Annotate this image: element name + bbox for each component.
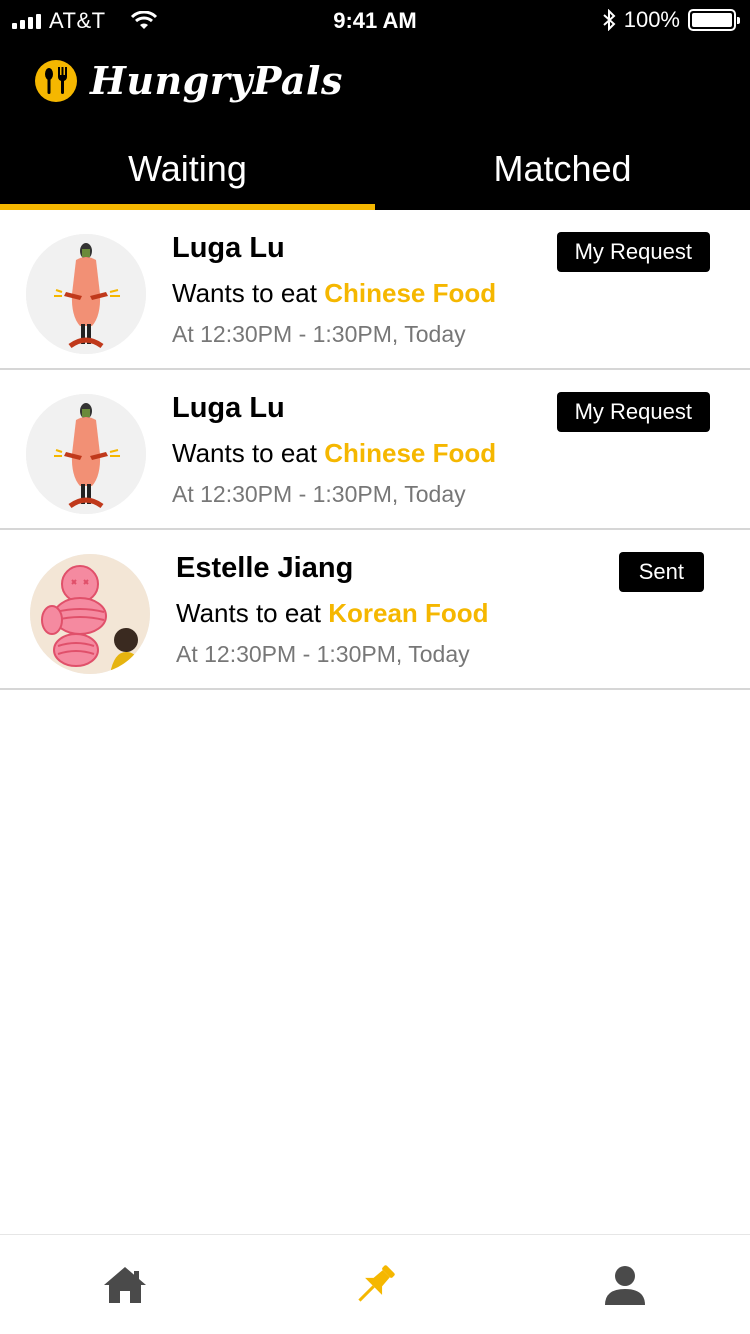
requester-name: Estelle Jiang bbox=[176, 552, 354, 584]
status-bar: AT&T 9:41 AM 100% bbox=[0, 0, 750, 40]
request-list: Luga Lu Wants to eat Chinese Food At 12:… bbox=[0, 210, 750, 690]
status-badge: My Request bbox=[556, 392, 710, 432]
request-info: Luga Lu Wants to eat Chinese Food At 12:… bbox=[172, 392, 496, 508]
request-info: Luga Lu Wants to eat Chinese Food At 12:… bbox=[172, 232, 496, 348]
food-type: Korean Food bbox=[328, 598, 489, 628]
status-badge: My Request bbox=[556, 232, 710, 272]
home-icon bbox=[104, 1266, 146, 1303]
wants-prefix: Wants to eat bbox=[172, 438, 317, 468]
status-right: 100% bbox=[602, 7, 740, 33]
food-type: Chinese Food bbox=[324, 438, 497, 468]
app-name: HungryPals bbox=[90, 58, 343, 103]
avatar bbox=[26, 394, 146, 514]
tab-bar: Waiting Matched bbox=[0, 128, 750, 210]
food-type: Chinese Food bbox=[324, 278, 497, 308]
requester-name: Luga Lu bbox=[172, 392, 285, 424]
request-time: At 12:30PM - 1:30PM, Today bbox=[172, 481, 466, 507]
request-description: Wants to eat Chinese Food bbox=[172, 438, 496, 469]
bluetooth-icon bbox=[603, 9, 616, 31]
request-time: At 12:30PM - 1:30PM, Today bbox=[172, 321, 466, 347]
wants-prefix: Wants to eat bbox=[176, 598, 321, 628]
avatar bbox=[26, 234, 146, 354]
request-description: Wants to eat Chinese Food bbox=[172, 278, 496, 309]
request-row[interactable]: Luga Lu Wants to eat Chinese Food At 12:… bbox=[0, 370, 750, 530]
status-badge: Sent bbox=[618, 552, 704, 592]
request-row[interactable]: Estelle Jiang Wants to eat Korean Food A… bbox=[0, 530, 750, 690]
hungrypals-logo-icon bbox=[35, 59, 77, 102]
nav-home[interactable] bbox=[0, 1235, 250, 1334]
bottom-nav bbox=[0, 1234, 750, 1334]
app-header: HungryPals Waiting Matched bbox=[0, 40, 750, 210]
request-time: At 12:30PM - 1:30PM, Today bbox=[176, 641, 470, 667]
request-description: Wants to eat Korean Food bbox=[176, 598, 489, 629]
battery-icon bbox=[688, 9, 740, 31]
requester-name: Luga Lu bbox=[172, 232, 285, 264]
request-row[interactable]: Luga Lu Wants to eat Chinese Food At 12:… bbox=[0, 210, 750, 370]
brand: HungryPals bbox=[34, 58, 343, 103]
wants-prefix: Wants to eat bbox=[172, 278, 317, 308]
tab-waiting[interactable]: Waiting bbox=[0, 128, 375, 210]
nav-profile[interactable] bbox=[500, 1235, 750, 1334]
user-icon bbox=[605, 1265, 645, 1305]
battery-percent: 100% bbox=[623, 7, 680, 32]
avatar bbox=[30, 554, 150, 674]
pin-icon bbox=[358, 1264, 395, 1302]
tab-matched[interactable]: Matched bbox=[375, 128, 750, 210]
request-info: Estelle Jiang Wants to eat Korean Food A… bbox=[176, 552, 489, 668]
nav-requests[interactable] bbox=[250, 1235, 500, 1334]
